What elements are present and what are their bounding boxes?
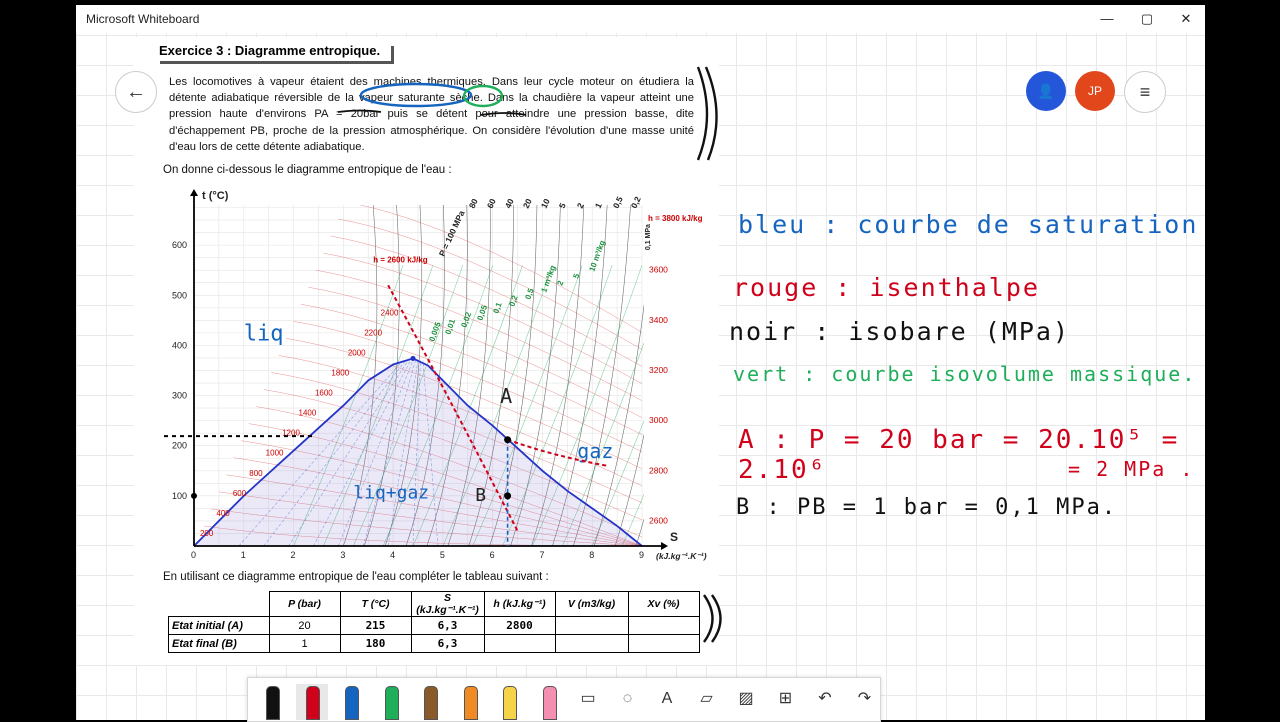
highlighter-pink-icon (542, 686, 557, 720)
add-tool[interactable]: ⊞ (770, 684, 802, 720)
redo-tool[interactable]: ↷ (849, 684, 881, 720)
note-point-b: B : PB = 1 bar = 0,1 MPa. (736, 495, 1118, 520)
text-icon: A (661, 690, 673, 707)
highlighter-yellow-icon (503, 686, 517, 720)
redo-icon: ↷ (857, 690, 872, 707)
back-button[interactable]: ← (115, 71, 157, 113)
pen-black-icon (266, 686, 280, 720)
hamburger-icon: ≡ (1139, 82, 1151, 102)
sticky-note-tool[interactable]: ▱ (691, 684, 723, 720)
pen-orange-icon (463, 686, 478, 720)
ink-bracket-table (703, 594, 722, 643)
avatar[interactable]: JP (1075, 71, 1115, 111)
pen-orange-tool[interactable] (454, 684, 486, 720)
pen-green-tool[interactable] (375, 684, 407, 720)
text-tool[interactable]: A (651, 684, 683, 720)
image-tool[interactable]: ▨ (730, 684, 762, 720)
ruler-icon: ▭ (580, 690, 596, 707)
ruler-tool[interactable]: ▭ (572, 684, 604, 720)
pen-brown-icon (424, 686, 438, 720)
whiteboard-window: Microsoft Whiteboard — ▢ ✕ Exercice 3 : … (76, 5, 1205, 720)
invite-button[interactable]: 👤 (1026, 71, 1066, 111)
menu-button[interactable]: ≡ (1124, 71, 1166, 113)
add-icon: ⊞ (778, 690, 793, 707)
undo-icon: ↶ (818, 690, 832, 707)
pen-red-tool[interactable] (295, 684, 328, 720)
sticky-note-icon: ▱ (700, 690, 713, 707)
pen-black-tool[interactable] (256, 684, 288, 720)
pen-red-icon (305, 686, 320, 720)
highlighter-pink-tool[interactable] (533, 684, 565, 720)
highlighter-yellow-tool[interactable] (493, 684, 525, 720)
image-icon: ▨ (738, 690, 754, 707)
ink-underline (337, 109, 527, 116)
ink-circle-blue (359, 82, 473, 108)
pen-blue-tool[interactable] (335, 684, 367, 720)
note-blue: bleu : courbe de saturation (738, 210, 1199, 239)
inking-toolbar: ▭ ◌ A ▱ ▨ ⊞ ↶ ↷ (247, 677, 881, 722)
pen-blue-icon (345, 686, 359, 720)
pen-brown-tool[interactable] (414, 684, 446, 720)
note-red: rouge : isenthalpe (733, 273, 1040, 302)
note-point-a-mpa: = 2 MPa . (1068, 457, 1195, 481)
note-green: vert : courbe isovolume massique. (733, 362, 1197, 386)
lasso-tool[interactable]: ◌ (612, 684, 644, 720)
pen-green-icon (384, 686, 399, 720)
back-arrow-icon: ← (126, 81, 146, 103)
note-black: noir : isobare (MPa) (729, 317, 1071, 346)
ink-bracket-top (696, 66, 718, 161)
add-person-icon: 👤 (1037, 83, 1055, 99)
undo-tool[interactable]: ↶ (809, 684, 841, 720)
lasso-icon: ◌ (622, 690, 633, 707)
